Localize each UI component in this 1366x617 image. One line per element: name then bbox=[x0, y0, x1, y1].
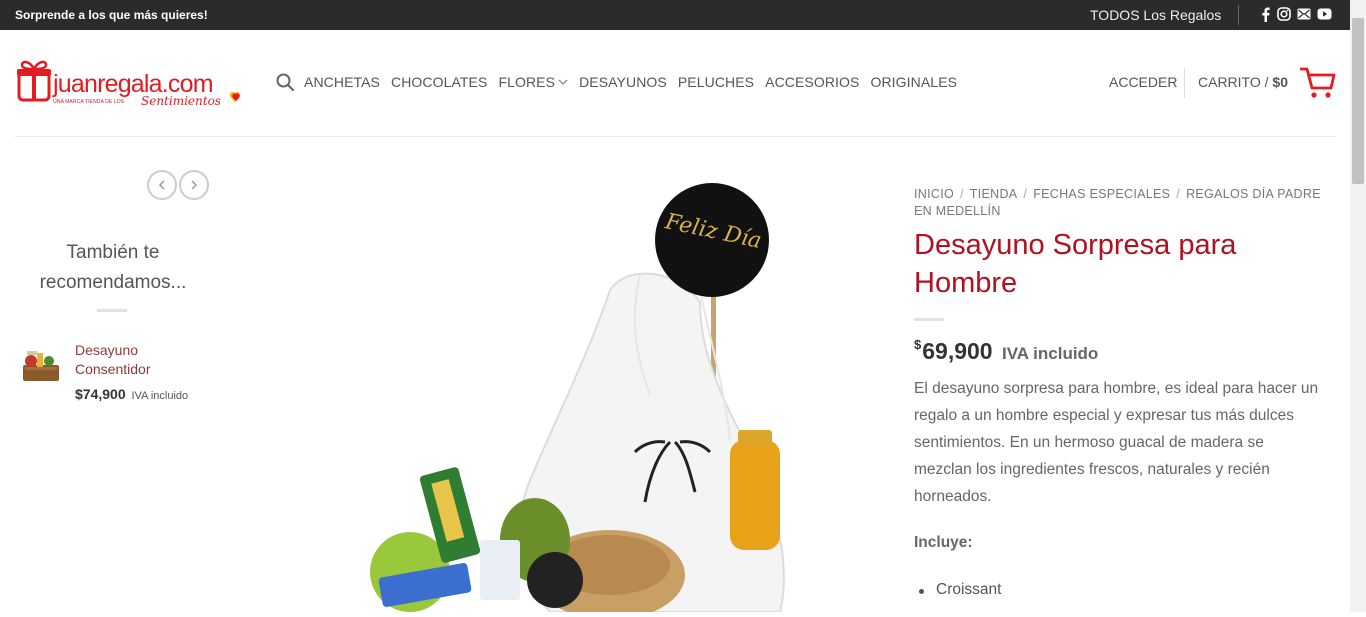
brand-tagline-script: Sentimientos bbox=[141, 94, 221, 108]
top-bar: Sorprende a los que más quieres! TODOS L… bbox=[0, 0, 1350, 30]
site-header: juanregala.com UNA MARCA TIENDA DE LOS S… bbox=[0, 30, 1350, 136]
scrollbar-thumb[interactable] bbox=[1352, 18, 1364, 184]
nav-item-label: ANCHETAS bbox=[304, 74, 380, 90]
product-image[interactable]: Feliz Día bbox=[340, 180, 820, 617]
chevron-left-icon bbox=[158, 178, 166, 193]
instagram-icon[interactable] bbox=[1276, 6, 1292, 22]
promo-text: Sorprende a los que más quieres! bbox=[15, 8, 208, 22]
facebook-icon[interactable] bbox=[1257, 6, 1273, 22]
title-rule bbox=[914, 318, 944, 321]
recommendations-rule bbox=[97, 309, 127, 312]
chevron-down-icon bbox=[558, 77, 568, 88]
nav-item-originales[interactable]: ORIGINALES bbox=[870, 74, 957, 90]
cart-icon[interactable] bbox=[1299, 66, 1336, 100]
cart-link[interactable]: CARRITO / $0 bbox=[1198, 74, 1288, 90]
nav-item-chocolates[interactable]: CHOCOLATES bbox=[391, 74, 487, 90]
recommended-price-tax: IVA incluido bbox=[131, 390, 189, 402]
nav-item-label: CHOCOLATES bbox=[391, 74, 488, 90]
includes-label: Incluye: bbox=[914, 534, 973, 551]
recommendations-title: También te recomendamos... bbox=[39, 242, 187, 293]
next-arrow-button[interactable] bbox=[179, 170, 209, 200]
search-icon[interactable] bbox=[276, 73, 295, 92]
recommended-product-price: $74,900 IVA incluido bbox=[75, 386, 188, 402]
nav-item-peluches[interactable]: PELUCHES bbox=[678, 74, 754, 90]
breadcrumb: INICIO / TIENDA / FECHAS ESPECIALES / REGALOS … bbox=[914, 186, 1334, 220]
nav-item-anchetas[interactable]: ANCHETAS bbox=[304, 74, 380, 90]
breadcrumb-separator: / bbox=[1176, 187, 1181, 201]
breadcrumb-tienda[interactable]: TIENDA bbox=[970, 187, 1018, 201]
cart-separator: / bbox=[1264, 74, 1269, 90]
prev-arrow-button[interactable] bbox=[147, 170, 177, 200]
nav-item-label: ACCESORIOS bbox=[765, 74, 860, 90]
price-tax: IVA incluido bbox=[1001, 344, 1099, 363]
includes-list-item: Croissant bbox=[918, 581, 1002, 598]
cart-total: $0 bbox=[1272, 74, 1288, 90]
nav-item-desayunos[interactable]: DESAYUNOS bbox=[579, 74, 667, 90]
brand-logo[interactable]: juanregala.com UNA MARCA TIENDA DE LOS S… bbox=[17, 58, 249, 110]
main-nav: ANCHETAS CHOCOLATES FLORES DESAYUNOS PEL… bbox=[276, 73, 968, 92]
cart-label: CARRITO bbox=[1198, 74, 1261, 90]
topbar-divider bbox=[1238, 5, 1239, 25]
recommended-product-thumbnail[interactable] bbox=[17, 347, 63, 385]
breadcrumb-separator: / bbox=[960, 187, 964, 201]
nav-item-accesorios[interactable]: ACCESORIOS bbox=[765, 74, 859, 90]
brand-tagline-small: UNA MARCA TIENDA DE LOS bbox=[53, 99, 125, 105]
product-title: Desayuno Sorpresa para Hombre bbox=[914, 229, 1237, 299]
recommended-price-value: $74,900 bbox=[75, 386, 126, 402]
nav-item-label: FLORES bbox=[498, 74, 556, 90]
youtube-icon[interactable] bbox=[1316, 6, 1332, 22]
nav-item-label: DESAYUNOS bbox=[579, 74, 667, 90]
gift-logo-icon: juanregala.com UNA MARCA TIENDA DE LOS S… bbox=[17, 60, 241, 108]
header-bottom-rule bbox=[15, 136, 1335, 137]
nav-item-flores[interactable]: FLORES bbox=[498, 74, 568, 90]
price-value: 69,900 bbox=[922, 338, 993, 364]
email-icon[interactable] bbox=[1296, 6, 1312, 22]
recommended-product-name[interactable]: Desayuno Consentidor bbox=[75, 341, 205, 379]
nav-item-label: ORIGINALES bbox=[870, 74, 958, 90]
header-divider bbox=[1184, 68, 1185, 98]
chevron-right-icon bbox=[190, 178, 198, 193]
breadcrumb-separator: / bbox=[1023, 187, 1028, 201]
all-gifts-link[interactable]: TODOS Los Regalos bbox=[1090, 7, 1221, 23]
breadcrumb-inicio[interactable]: INICIO bbox=[914, 187, 954, 201]
product-description: El desayuno sorpresa para hombre, es ide… bbox=[914, 380, 1319, 505]
nav-item-label: PELUCHES bbox=[677, 74, 755, 90]
breadcrumb-fechas-especiales[interactable]: FECHAS ESPECIALES bbox=[1033, 187, 1170, 201]
price-currency: $ bbox=[914, 337, 922, 352]
product-price: $69,900 IVA incluido bbox=[914, 337, 1098, 365]
page-scrollbar[interactable] bbox=[1350, 0, 1366, 612]
login-link[interactable]: ACCEDER bbox=[1109, 74, 1177, 90]
